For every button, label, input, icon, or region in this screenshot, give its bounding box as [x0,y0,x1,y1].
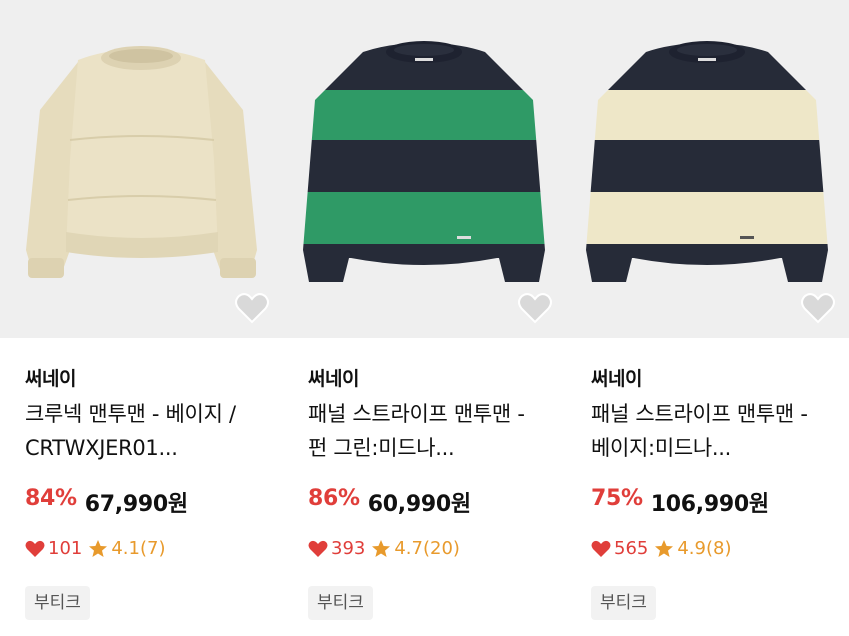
product-title[interactable]: 패널 스트라이프 맨투맨 - 베이지:미드나... [591,397,831,465]
product-card[interactable]: 써네이 패널 스트라이프 맨투맨 - 베이지:미드나... 75% 106,99… [566,0,849,636]
like-count: 565 [614,538,649,559]
discount-rate: 75% [591,486,643,511]
like-count: 101 [48,538,83,559]
rating-score: 4.9(8) [677,538,732,559]
beige-sweatshirt-image [26,46,257,278]
product-card[interactable]: 써네이 패널 스트라이프 맨투맨 - 펀 그린:미드나... 86% 60,99… [283,0,566,636]
wishlist-heart-icon[interactable] [518,292,552,324]
heart-icon [308,540,328,557]
heart-icon [591,540,611,557]
sale-price: 60,990원 [367,492,471,517]
review-meta: 101 4.1(7) [25,538,165,559]
star-icon [372,539,391,557]
green-striped-sweatshirt-image [303,41,545,282]
brand-name[interactable]: 써네이 [308,364,359,391]
rating-score: 4.1(7) [111,538,166,559]
like-count: 393 [331,538,366,559]
heart-icon [25,540,45,557]
boutique-tag: 부티크 [25,586,90,620]
product-image[interactable] [0,0,283,338]
boutique-tag: 부티크 [591,586,656,620]
discount-rate: 86% [308,486,360,511]
product-card[interactable]: 써네이 크루넥 맨투맨 - 베이지 / CRTWXJER01... 84% 67… [0,0,283,636]
star-icon [89,539,108,557]
brand-name[interactable]: 써네이 [591,364,642,391]
product-title[interactable]: 패널 스트라이프 맨투맨 - 펀 그린:미드나... [308,397,548,465]
price-row: 86% 60,990원 [308,486,471,518]
product-grid: 써네이 크루넥 맨투맨 - 베이지 / CRTWXJER01... 84% 67… [0,0,849,636]
wishlist-heart-icon[interactable] [801,292,835,324]
beige-striped-sweatshirt-image [586,41,828,282]
product-image[interactable] [283,0,566,338]
boutique-tag: 부티크 [308,586,373,620]
price-row: 84% 67,990원 [25,486,188,518]
review-meta: 565 4.9(8) [591,538,731,559]
brand-name[interactable]: 써네이 [25,364,76,391]
sale-price: 67,990원 [84,492,188,517]
product-title[interactable]: 크루넥 맨투맨 - 베이지 / CRTWXJER01... [25,397,265,465]
price-row: 75% 106,990원 [591,486,769,518]
sale-price: 106,990원 [650,492,769,517]
discount-rate: 84% [25,486,77,511]
wishlist-heart-icon[interactable] [235,292,269,324]
product-image[interactable] [566,0,849,338]
review-meta: 393 4.7(20) [308,538,460,559]
rating-score: 4.7(20) [394,538,460,559]
star-icon [655,539,674,557]
